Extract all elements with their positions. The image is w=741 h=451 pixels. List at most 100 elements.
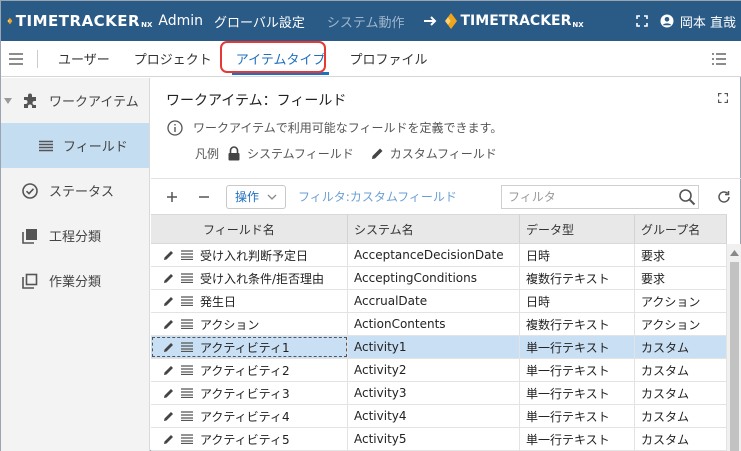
nav-global-settings[interactable]: グローバル設定 (203, 1, 316, 41)
pencil-icon[interactable] (163, 318, 175, 330)
lock-icon (228, 146, 240, 161)
field-name: アクティビティ2 (200, 363, 290, 378)
cell-system-name: AccrualDate (348, 290, 520, 312)
fullscreen-icon[interactable] (636, 15, 648, 27)
drag-handle-icon[interactable] (181, 273, 193, 283)
sidebar-item-work-items[interactable]: ワークアイテム (1, 78, 149, 123)
add-icon[interactable] (165, 190, 179, 204)
cell-field-name: 受け入れ判断予定日 (151, 244, 348, 266)
cell-system-name: AcceptanceDecisionDate (348, 244, 520, 266)
user-name[interactable]: 岡本 直哉 (680, 12, 736, 31)
pencil-icon[interactable] (163, 433, 175, 445)
pencil-icon[interactable] (163, 272, 175, 284)
sidebar-item-work-class[interactable]: 作業分類 (1, 258, 149, 303)
filter-input[interactable] (508, 190, 676, 204)
sub-nav-bar: ユーザー プロジェクト アイテムタイプ プロファイル (1, 41, 741, 77)
stack-outline-icon (22, 273, 38, 289)
remove-icon[interactable] (197, 190, 211, 204)
cell-system-name: Activity4 (348, 405, 520, 427)
table-row[interactable]: 発生日 AccrualDate 日時 アクション (151, 290, 727, 313)
cell-data-type: 複数行テキスト (520, 313, 635, 335)
field-name: アクティビティ3 (200, 386, 290, 401)
table-row-selected[interactable]: アクティビティ1 Activity1 単一行テキスト カスタム (151, 336, 727, 359)
drag-handle-icon[interactable] (181, 411, 193, 421)
cell-data-type: 日時 (520, 244, 635, 266)
legend: 凡例 システムフィールド カスタムフィールド (195, 145, 497, 162)
column-header-data-type[interactable]: データ型 (520, 215, 635, 243)
caret-down-icon[interactable] (4, 97, 12, 105)
field-name: アクティビティ5 (200, 432, 290, 447)
stack-filled-icon (22, 228, 37, 244)
user-icon[interactable] (660, 14, 674, 28)
column-header-field-name[interactable]: フィールド名 (151, 215, 348, 243)
cell-field-name: 発生日 (151, 290, 348, 312)
pencil-icon[interactable] (163, 410, 175, 422)
sidebar-item-status[interactable]: ステータス (1, 168, 149, 213)
filter-link[interactable]: フィルタ:カスタムフィールド (298, 188, 457, 205)
pencil-icon[interactable] (163, 387, 175, 399)
drag-handle-icon[interactable] (181, 365, 193, 375)
hamburger-menu-icon[interactable] (9, 52, 23, 65)
info-text: ワークアイテムで利用可能なフィールドを定義できます。 (193, 121, 503, 135)
filter-box (501, 185, 699, 209)
table-row[interactable]: 受け入れ判断予定日 AcceptanceDecisionDate 日時 要求 (151, 244, 727, 267)
table-row[interactable]: アクション ActionContents 複数行テキスト アクション (151, 313, 727, 336)
drag-handle-icon[interactable] (181, 250, 193, 260)
table-row[interactable]: 受け入れ条件/拒否理由 AcceptingConditions 複数行テキスト … (151, 267, 727, 290)
drag-handle-icon[interactable] (181, 388, 193, 398)
sidebar-item-fields[interactable]: フィールド (1, 123, 149, 168)
brand-link[interactable]: TIMETRACKER NX (444, 12, 584, 30)
pencil-icon[interactable] (163, 364, 175, 376)
sidebar-item-process-class[interactable]: 工程分類 (1, 213, 149, 258)
top-nav: グローバル設定 システム動作 TIMETRACKER NX (203, 1, 584, 41)
cell-group-name: 要求 (635, 267, 727, 289)
scroll-up-icon[interactable] (730, 250, 739, 256)
table-row[interactable]: アクティビティ4 Activity4 単一行テキスト カスタム (151, 405, 727, 428)
drag-handle-icon[interactable] (181, 319, 193, 329)
legend-system: システムフィールド (247, 147, 354, 161)
arrow-right-icon (423, 16, 436, 26)
list-view-icon[interactable] (712, 53, 726, 65)
table-row[interactable]: アクティビティ3 Activity3 単一行テキスト カスタム (151, 382, 727, 405)
cell-group-name: カスタム (635, 428, 727, 450)
vertical-scrollbar[interactable] (727, 244, 741, 451)
cell-field-name: 受け入れ条件/拒否理由 (151, 267, 348, 289)
brand-logo[interactable]: TIMETRACKER NX Admin (7, 12, 203, 30)
table-row[interactable]: アクティビティ5 Activity5 単一行テキスト カスタム (151, 428, 727, 451)
nav-system-behavior[interactable]: システム動作 (316, 1, 416, 41)
field-name: 受け入れ判断予定日 (200, 248, 309, 263)
tab-projects[interactable]: プロジェクト (122, 41, 224, 77)
field-name: アクティビティ4 (200, 409, 290, 424)
grid-toolbar: 操作 フィルタ:カスタムフィールド (151, 178, 741, 214)
page-title: ワークアイテム：フィールド (166, 93, 347, 109)
admin-label: Admin (158, 13, 203, 29)
main-panel: ワークアイテム：フィールド ワークアイテムで利用可能なフィールドを定義できます。… (151, 78, 741, 451)
cell-system-name: ActionContents (348, 313, 520, 335)
column-header-system-name[interactable]: システム名 (348, 215, 520, 243)
pencil-icon (371, 148, 383, 159)
column-header-group-name[interactable]: グループ名 (635, 215, 727, 243)
sidebar-item-label: 工程分類 (49, 230, 102, 245)
search-icon[interactable] (678, 188, 696, 206)
pencil-icon[interactable] (163, 249, 175, 261)
pencil-icon[interactable] (163, 295, 175, 307)
tab-users[interactable]: ユーザー (46, 41, 122, 77)
table-row[interactable]: アクティビティ2 Activity2 単一行テキスト カスタム (151, 359, 727, 382)
cell-system-name: Activity2 (348, 359, 520, 381)
maximize-icon[interactable] (718, 93, 728, 103)
operations-dropdown[interactable]: 操作 (226, 184, 287, 209)
refresh-icon[interactable] (717, 190, 731, 204)
pencil-icon[interactable] (163, 341, 175, 353)
cell-field-name: アクティビティ3 (151, 382, 348, 404)
scrollbar-thumb[interactable] (730, 262, 739, 451)
cell-group-name: カスタム (635, 359, 727, 381)
brand2-suffix: NX (572, 21, 584, 29)
logo-mark-icon (7, 17, 13, 25)
check-circle-icon (22, 182, 38, 199)
drag-handle-icon[interactable] (181, 434, 193, 444)
drag-handle-icon[interactable] (181, 342, 193, 352)
tab-profiles[interactable]: プロファイル (337, 41, 439, 77)
drag-handle-icon[interactable] (181, 296, 193, 306)
sidebar-item-label: フィールド (63, 140, 128, 155)
field-name: アクティビティ1 (200, 340, 290, 355)
